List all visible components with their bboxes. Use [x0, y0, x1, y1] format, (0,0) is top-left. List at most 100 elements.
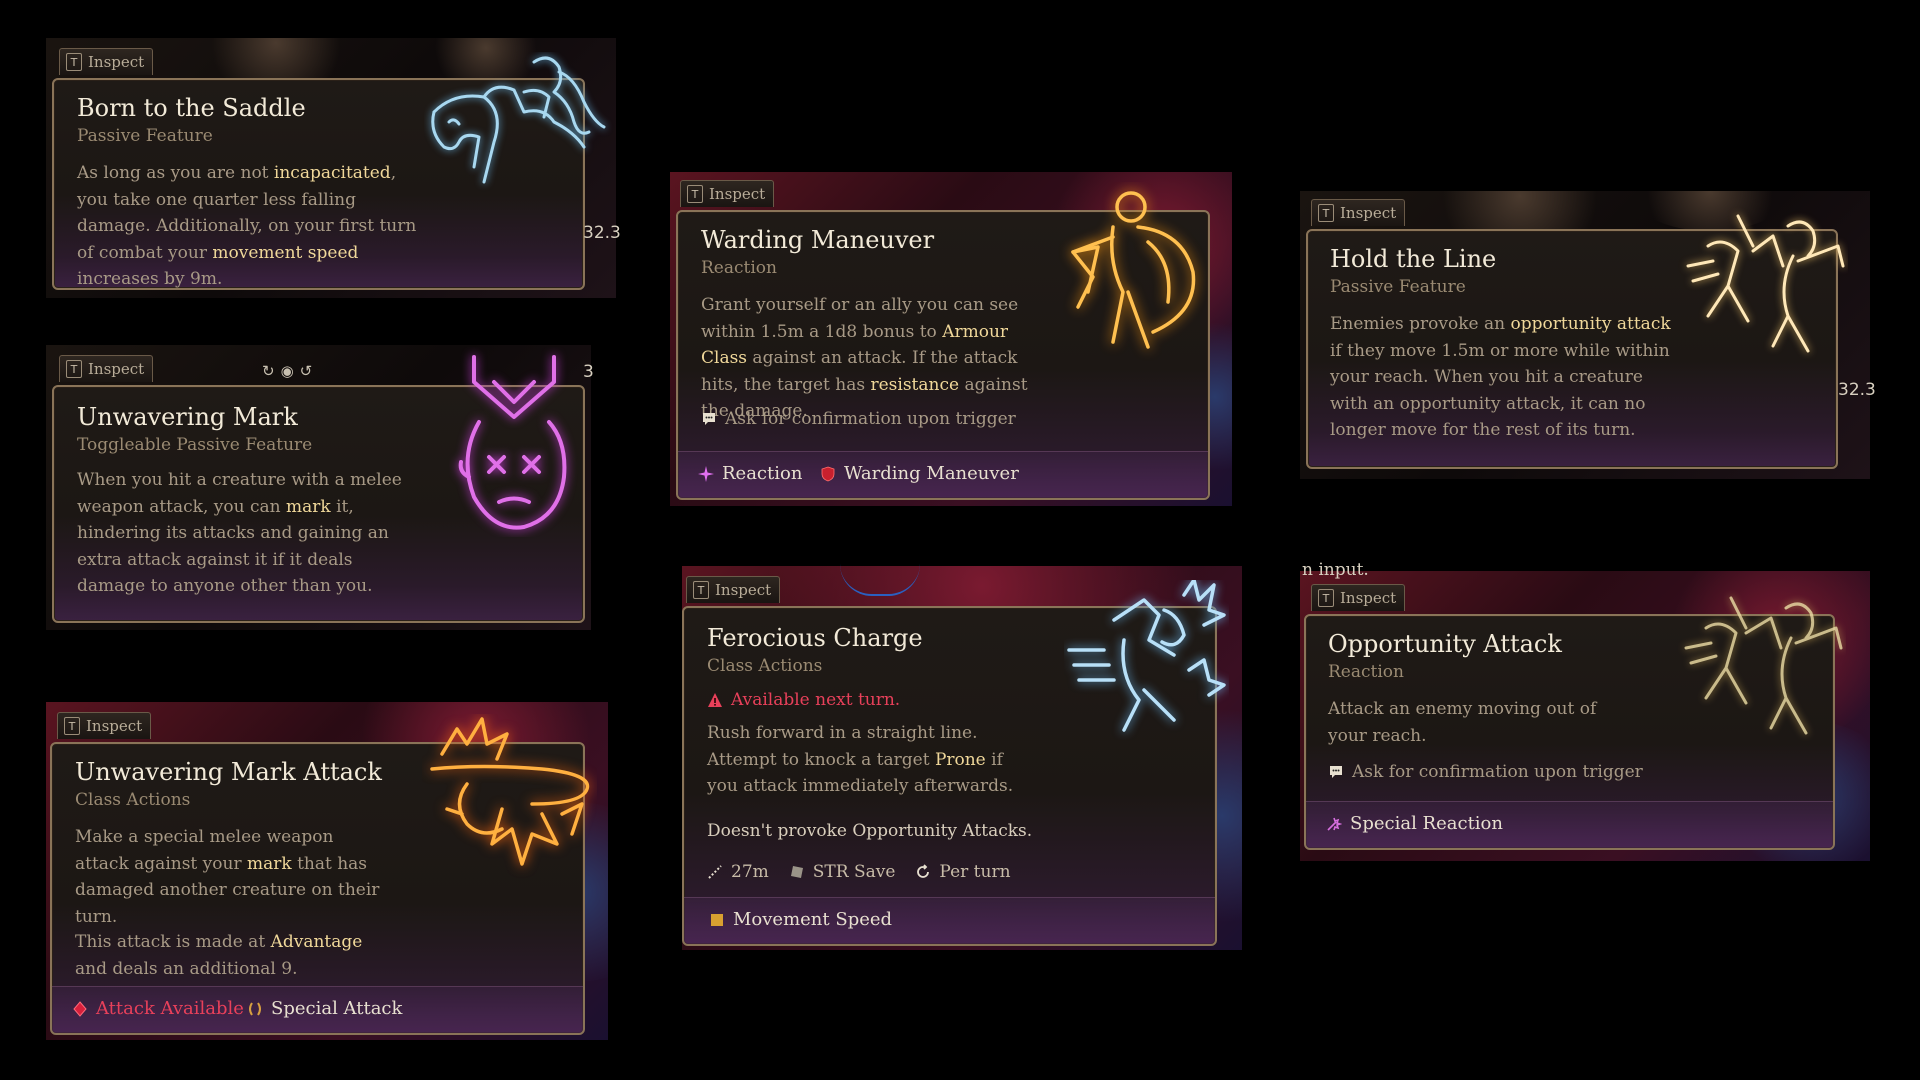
tooltip-subtitle: Reaction: [1328, 662, 1404, 682]
duelists-icon: [1684, 596, 1843, 735]
tooltip-title: Born to the Saddle: [77, 94, 306, 122]
inspect-tab[interactable]: T Inspect: [59, 355, 154, 382]
range-icon: [708, 865, 722, 879]
marked-face-icon: [458, 355, 567, 530]
tooltip-opportunity-attack: Opportunity Attack Reaction Attack an en…: [1304, 596, 1843, 850]
inspect-tab[interactable]: T Inspect: [59, 48, 154, 75]
tooltip-subtitle: Reaction: [701, 258, 777, 278]
attack-available-tag: Attack Available: [72, 998, 244, 1019]
range-value: 27m: [731, 862, 769, 882]
inspect-key: T: [687, 185, 703, 203]
recharge-icon: [917, 864, 930, 878]
tooltip-description: Rush forward in a straight line. Attempt…: [707, 723, 1014, 796]
tooltip-description: Grant yourself or an ally you can see wi…: [701, 295, 1028, 421]
movement-speed-tag: Movement Speed: [709, 909, 892, 930]
inspect-tab[interactable]: T Inspect: [686, 576, 781, 603]
tooltip-subtitle: Toggleable Passive Feature: [77, 435, 313, 455]
inspect-label: Inspect: [1340, 204, 1397, 222]
stats-row: 27m STR Save Per turn: [707, 862, 1011, 882]
side-readout: 3: [583, 362, 594, 382]
tooltip-title: Unwavering Mark Attack: [75, 758, 382, 786]
tooltip-description: Attack an enemy moving out of your reach…: [1328, 699, 1597, 746]
inspect-key: T: [1318, 204, 1334, 222]
inspect-label: Inspect: [86, 717, 143, 735]
red-shield-icon: [821, 466, 835, 481]
inspect-key: T: [1318, 589, 1334, 607]
speech-bubble-icon: [703, 413, 715, 425]
speech-bubble-icon: [1330, 766, 1342, 778]
inspect-label: Inspect: [1340, 589, 1397, 607]
duelists-icon: [1686, 214, 1845, 353]
reaction-tag: Reaction: [698, 463, 802, 484]
tooltip-description: As long as you are not incapacitated, yo…: [77, 163, 417, 289]
availability-warning: Available next turn.: [707, 690, 900, 710]
side-readout: 32.3: [1838, 380, 1876, 400]
keyword-mark[interactable]: mark: [247, 854, 292, 874]
charging-figure-icon: [1067, 580, 1226, 732]
tooltip-title: Warding Maneuver: [701, 226, 935, 254]
tooltip-footer: Special Reaction: [1306, 801, 1833, 848]
tooltip-born-to-the-saddle: Born to the Saddle Passive Feature As lo…: [52, 56, 606, 290]
inspect-label: Inspect: [715, 581, 772, 599]
keyword-opportunity-attack[interactable]: opportunity attack: [1511, 314, 1671, 334]
keyword-advantage[interactable]: Advantage: [271, 932, 363, 952]
clipped-text: n input.: [1302, 560, 1369, 580]
inspect-tab[interactable]: T Inspect: [1311, 584, 1406, 611]
warding-maneuver-tag: Warding Maneuver: [820, 463, 1019, 484]
recharge-value: Per turn: [939, 862, 1011, 882]
save-icon: [790, 866, 803, 878]
inspect-label: Inspect: [88, 53, 145, 71]
tooltip-subtitle: Passive Feature: [77, 126, 213, 146]
keyword-resistance[interactable]: resistance: [870, 375, 959, 395]
fiery-fist-icon: [430, 717, 590, 866]
tooltip-title: Opportunity Attack: [1328, 630, 1562, 658]
attack-gem-icon: [73, 1000, 87, 1017]
confirmation-option[interactable]: Ask for confirmation upon trigger: [701, 409, 1016, 429]
tooltip-footer: Attack Available Special Attack: [52, 986, 583, 1033]
tooltip-footer: Reaction Warding Maneuver: [678, 451, 1208, 498]
tooltip-description: When you hit a creature with a melee wea…: [77, 470, 402, 596]
keyword-incapacitated[interactable]: incapacitated: [274, 163, 391, 183]
tooltip-subtitle: Class Actions: [707, 656, 823, 676]
tooltip-warding-maneuver: Warding Maneuver Reaction Grant yourself…: [676, 191, 1210, 500]
save-value: STR Save: [812, 862, 896, 882]
inspect-tab[interactable]: T Inspect: [680, 180, 775, 207]
tooltip-subtitle: Class Actions: [75, 790, 191, 810]
special-attack-tag: Special Attack: [247, 998, 402, 1019]
special-attack-icon: [249, 1001, 261, 1016]
movement-square-icon: [711, 913, 723, 926]
rider-on-horse-icon: [431, 56, 606, 184]
reaction-star-icon: [698, 465, 714, 482]
special-reaction-icon: [1327, 817, 1342, 831]
tooltip-footer: Movement Speed: [684, 897, 1215, 944]
keyword-prone[interactable]: Prone: [935, 750, 986, 770]
tooltip-unwavering-mark-attack: Unwavering Mark Attack Class Actions Mak…: [50, 717, 590, 1035]
inspect-key: T: [66, 53, 82, 71]
tooltip-subtitle: Passive Feature: [1330, 277, 1466, 297]
inspect-tab[interactable]: T Inspect: [57, 712, 152, 739]
shield-bearer-icon: [1071, 191, 1196, 349]
warning-icon: [708, 693, 722, 707]
tooltip-ferocious-charge: Ferocious Charge Class Actions Available…: [682, 580, 1226, 946]
tooltip-note: Doesn't provoke Opportunity Attacks.: [707, 821, 1033, 841]
view-controls[interactable]: ↻◉↺: [262, 362, 318, 380]
keyword-movement-speed[interactable]: movement speed: [212, 243, 358, 263]
side-readout: 32.3: [583, 223, 621, 243]
inspect-key: T: [693, 581, 709, 599]
tooltip-title: Unwavering Mark: [77, 403, 298, 431]
tooltip-unwavering-mark: Unwavering Mark Toggleable Passive Featu…: [52, 355, 585, 623]
confirmation-option[interactable]: Ask for confirmation upon trigger: [1328, 762, 1643, 782]
special-reaction-tag: Special Reaction: [1326, 813, 1503, 834]
tooltip-description: Make a special melee weapon attack again…: [75, 827, 380, 927]
inspect-key: T: [64, 717, 80, 735]
tooltip-title: Hold the Line: [1330, 245, 1497, 273]
keyword-mark[interactable]: mark: [286, 497, 331, 517]
inspect-label: Inspect: [709, 185, 766, 203]
tooltip-title: Ferocious Charge: [707, 624, 923, 652]
inspect-tab[interactable]: T Inspect: [1311, 199, 1406, 226]
tooltip-description-extra: This attack is made at Advantage and dea…: [75, 932, 363, 979]
tooltip-hold-the-line: Hold the Line Passive Feature Enemies pr…: [1306, 214, 1845, 469]
tooltip-description: Enemies provoke an opportunity attack if…: [1330, 314, 1671, 440]
inspect-label: Inspect: [88, 360, 145, 378]
inspect-key: T: [66, 360, 82, 378]
